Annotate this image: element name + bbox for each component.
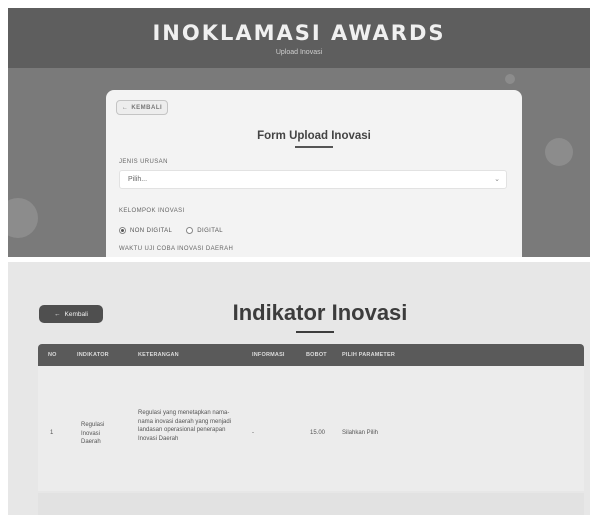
cell-indikator: Regulasi Inovasi Daerah — [81, 422, 105, 445]
form-title: Form Upload Inovasi — [257, 130, 371, 142]
chevron-down-icon: ⌄ — [494, 176, 500, 183]
upload-inovasi-screen: INOKLAMASI AWARDS Upload Inovasi ← KEMBA… — [8, 8, 590, 257]
back-button-label: KEMBALI — [131, 104, 163, 111]
parameter-select[interactable]: Silahkan Pilih — [342, 429, 378, 438]
title-underline — [296, 331, 334, 333]
column-header-bobot: BOBOT — [306, 352, 327, 358]
arrow-left-icon: ← — [121, 104, 129, 111]
app-title: INOKLAMASI AWARDS — [152, 20, 446, 45]
back-button[interactable]: ← KEMBALI — [116, 100, 168, 115]
column-header-no: NO — [48, 352, 57, 358]
waktu-uji-coba-label: WAKTU UJI COBA INOVASI DAERAH — [119, 246, 234, 252]
radio-unselected-icon — [186, 227, 194, 234]
title-underline — [295, 146, 333, 148]
upload-form-card: ← KEMBALI Form Upload Inovasi JENIS URUS… — [106, 90, 522, 257]
jenis-urusan-label: JENIS URUSAN — [119, 159, 168, 165]
decorative-circle — [505, 74, 515, 84]
radio-selected-icon — [119, 227, 126, 234]
cell-keterangan: Regulasi yang menetapkan nama-nama inova… — [138, 410, 232, 442]
table-header: NO INDIKATOR KETERANGAN INFORMASI BOBOT … — [38, 344, 584, 366]
radio-non-digital[interactable]: NON DIGITAL — [119, 227, 172, 234]
page-subtitle: Upload Inovasi — [275, 48, 323, 56]
header-banner: INOKLAMASI AWARDS Upload Inovasi — [8, 8, 590, 68]
kelompok-inovasi-label: KELOMPOK INOVASI — [119, 208, 185, 214]
radio-label: NON DIGITAL — [130, 227, 173, 234]
table-row: 1 Regulasi Inovasi Daerah Regulasi yang … — [38, 366, 584, 491]
column-header-informasi: INFORMASI — [252, 352, 285, 358]
page-title: Indikator Inovasi — [232, 300, 408, 325]
table-row — [38, 493, 584, 515]
kelompok-inovasi-radio-group: NON DIGITAL DIGITAL — [119, 227, 223, 234]
column-header-pilih-parameter: PILIH PARAMETER — [342, 352, 396, 358]
column-header-keterangan: KETERANGAN — [138, 352, 179, 358]
jenis-urusan-select[interactable]: Pilih... ⌄ — [119, 170, 507, 189]
decorative-circle — [545, 138, 573, 166]
column-header-indikator: INDIKATOR — [77, 352, 109, 358]
radio-digital[interactable]: DIGITAL — [186, 227, 223, 234]
cell-bobot: 15.00 — [310, 430, 326, 436]
cell-no: 1 — [50, 430, 54, 436]
radio-label: DIGITAL — [197, 227, 223, 234]
cell-informasi: - — [252, 430, 254, 436]
decorative-circle — [8, 198, 38, 238]
jenis-urusan-value: Pilih... — [128, 176, 148, 183]
indikator-inovasi-screen: ← Kembali Indikator Inovasi NO INDIKATOR… — [8, 262, 590, 515]
